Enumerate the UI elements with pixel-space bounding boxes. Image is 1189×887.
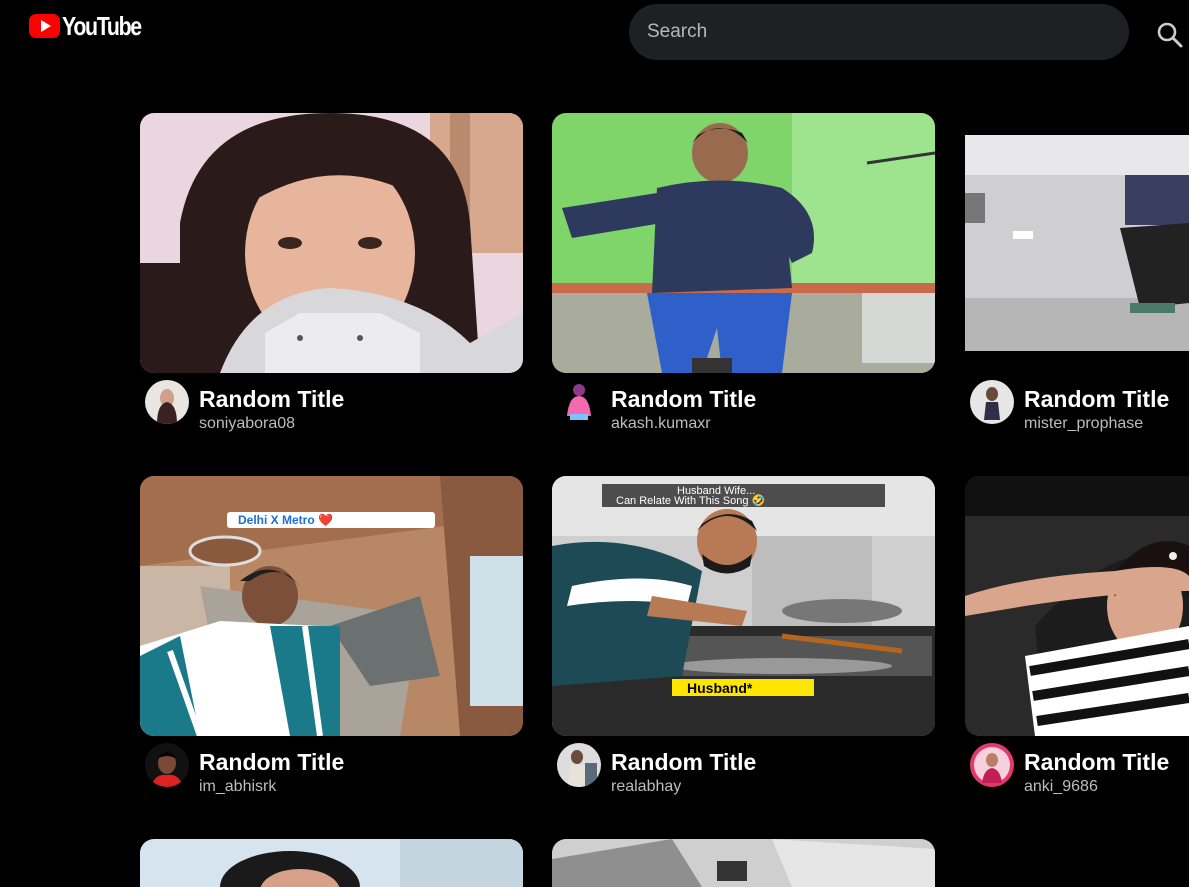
channel-name[interactable]: im_abhisrk [199,777,344,797]
video-thumbnail[interactable]: Husband Wife... Can Relate With This Son… [552,476,935,736]
search-input[interactable] [645,20,1113,44]
video-card[interactable] [140,839,523,887]
video-thumbnail[interactable] [965,113,1189,373]
channel-avatar[interactable] [970,743,1014,787]
video-title[interactable]: Random Title [199,386,344,412]
video-title[interactable]: Random Title [611,749,756,775]
search-button[interactable] [1155,20,1185,50]
video-thumbnail[interactable] [140,839,523,887]
video-overlay-caption-line2: Can Relate With This Song 🤣 [616,495,766,507]
youtube-logo[interactable]: YouTube [29,11,158,41]
video-card[interactable]: Random Title mister_prophase [965,113,1189,432]
logo-text: YouTube [62,11,142,41]
video-title[interactable]: Random Title [611,386,756,412]
video-title[interactable]: Random Title [1024,749,1169,775]
video-card[interactable] [552,839,935,887]
video-title[interactable]: Random Title [1024,386,1169,412]
video-overlay-label: Husband* [687,680,753,696]
search-icon [1157,22,1183,48]
video-thumbnail[interactable] [552,113,935,373]
video-thumbnail[interactable] [552,839,935,887]
video-card[interactable]: Delhi X Metro ❤️ Random Title im_abhisrk [140,476,523,795]
video-card[interactable]: Random Title akash.kumaxr [552,113,935,432]
channel-avatar[interactable] [557,743,601,787]
video-card[interactable]: Random Title soniyabora08 [140,113,523,432]
channel-name[interactable]: akash.kumaxr [611,414,756,434]
channel-avatar[interactable] [145,380,189,424]
channel-name[interactable]: soniyabora08 [199,414,344,434]
channel-name[interactable]: anki_9686 [1024,777,1169,797]
channel-avatar[interactable] [970,380,1014,424]
channel-avatar[interactable] [557,380,601,424]
video-thumbnail[interactable]: Delhi X Metro ❤️ [140,476,523,736]
channel-avatar[interactable] [145,743,189,787]
video-thumbnail[interactable] [140,113,523,373]
youtube-play-icon [29,11,60,41]
video-overlay-caption: Delhi X Metro ❤️ [238,513,333,527]
channel-name[interactable]: mister_prophase [1024,414,1169,434]
search-bar[interactable] [629,4,1129,60]
channel-name[interactable]: realabhay [611,777,756,797]
video-card[interactable]: Husband Wife... Can Relate With This Son… [552,476,935,795]
video-card[interactable]: Random Title anki_9686 [965,476,1189,795]
video-thumbnail[interactable] [965,476,1189,736]
video-title[interactable]: Random Title [199,749,344,775]
